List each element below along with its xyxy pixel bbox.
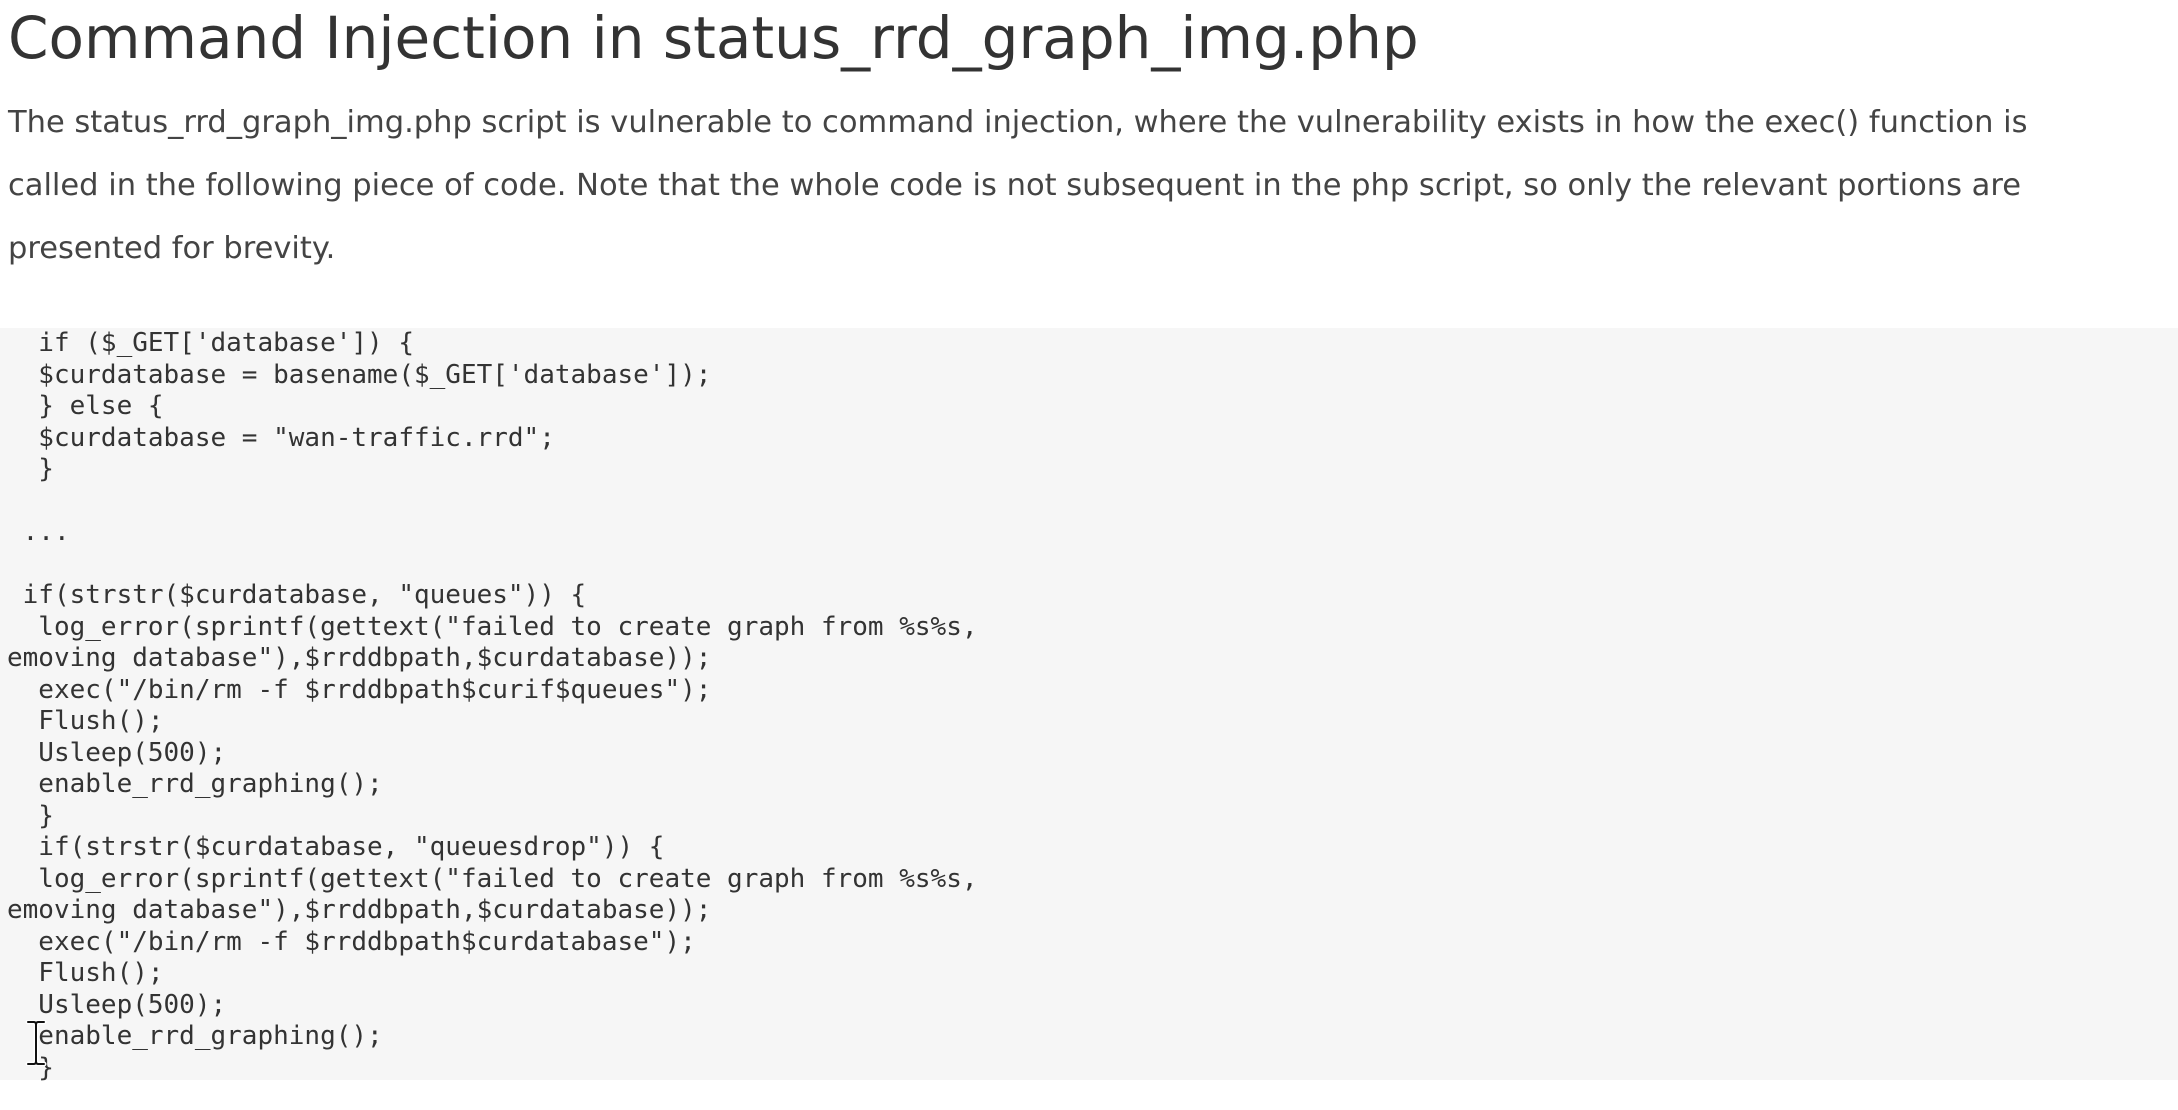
intro-line: The status_rrd_graph_img.php script is v… [8,105,2028,140]
code-line: if(strstr($curdatabase, "queuesdrop")) { [7,832,665,862]
code-line: Flush(); [7,958,164,988]
code-line: exec("/bin/rm -f $rrddbpath$curdatabase"… [7,926,696,957]
code-line: log_error(sprintf(gettext("failed to cre… [7,611,978,642]
code-line: Usleep(500); [7,989,227,1020]
code-line: ... [7,517,70,547]
code-line: Usleep(500); [7,737,227,768]
code-block[interactable]: if ($_GET['database']) { $curdatabase = … [0,328,2178,1083]
code-line: } [7,454,54,484]
code-line: } [7,800,54,831]
code-line: if ($_GET['database']) { [7,328,414,358]
code-line: Flush(); [7,706,164,736]
code-line: if(strstr($curdatabase, "queues")) { [7,580,587,610]
intro-line: presented for brevity. [8,231,336,266]
intro-paragraph: The status_rrd_graph_img.php script is v… [8,91,2148,280]
code-line: $curdatabase = "wan-traffic.rrd"; [7,422,555,453]
code-line: enable_rrd_graphing(); [7,1021,383,1051]
code-line: exec("/bin/rm -f $rrddbpath$curif$queues… [7,674,712,705]
code-line: emoving database"),$rrddbpath,$curdataba… [7,895,712,925]
code-line: emoving database"),$rrddbpath,$curdataba… [7,643,712,673]
code-line: enable_rrd_graphing(); [7,769,383,799]
page-title: Command Injection in status_rrd_graph_im… [8,4,1419,72]
intro-line: called in the following piece of code. N… [8,168,2021,203]
code-line: log_error(sprintf(gettext("failed to cre… [7,863,978,894]
text-cursor-icon [25,1020,47,1066]
code-lines: if ($_GET['database']) { $curdatabase = … [7,328,978,1084]
code-line: } else { [7,391,164,421]
code-line: } [7,1052,54,1083]
code-line: $curdatabase = basename($_GET['database'… [7,359,712,390]
